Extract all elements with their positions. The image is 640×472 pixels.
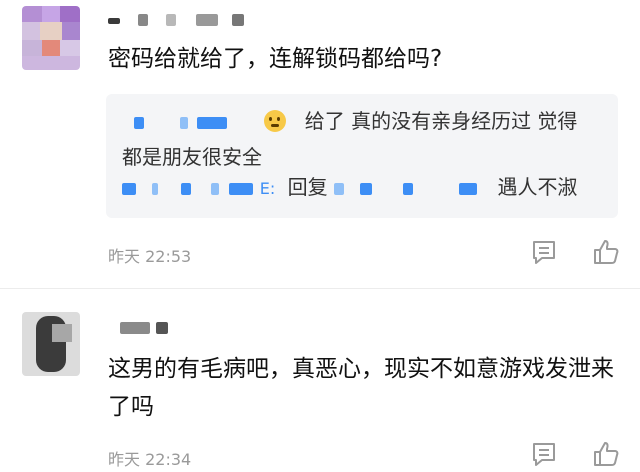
avatar[interactable] (22, 6, 80, 70)
reply-username-redacted[interactable] (122, 106, 258, 136)
comment-time: 昨天 22:34 (108, 450, 192, 469)
comment-icon[interactable] (530, 238, 558, 266)
thumbs-up-icon[interactable] (592, 238, 620, 266)
comment-2: 这男的有毛病吧，真恶心，现实不如意游戏发泄来了吗 昨天 22:34 (0, 300, 640, 472)
thumbs-up-icon[interactable] (592, 440, 620, 468)
reply-line-3: E: 回复 遇人不淑 (122, 172, 577, 204)
divider (0, 288, 640, 289)
reply-line-1: 给了 真的没有亲身经历过 觉得 (122, 106, 577, 136)
comment-content: 密码给就给了，连解锁码都给吗? (108, 46, 443, 72)
reply-text-line-2: 都是朋友很安全 (122, 145, 262, 169)
comment-content: 这男的有毛病吧，真恶心，现实不如意游戏发泄来了吗 (108, 356, 614, 420)
comment-icon[interactable] (530, 440, 558, 468)
comment-1: 密码给就给了，连解锁码都给吗? 给了 真的没有亲身经历过 觉得 都是朋友很安全 … (0, 0, 640, 286)
reply-chain-text: 遇人不淑 (497, 175, 578, 199)
reply-target-redacted[interactable] (334, 175, 483, 199)
reply-text-line-1: 给了 真的没有亲身经历过 觉得 (304, 109, 578, 133)
reply-preview[interactable]: 给了 真的没有亲身经历过 觉得 都是朋友很安全 E: 回复 遇人不淑 (106, 94, 618, 218)
reply-word: 回复 (287, 175, 328, 199)
username-redacted[interactable] (108, 14, 258, 28)
username-redacted[interactable] (120, 322, 180, 336)
reply-chain-username-redacted[interactable] (122, 175, 260, 199)
emoji-icon (264, 110, 287, 132)
avatar[interactable] (22, 312, 80, 376)
comment-time: 昨天 22:53 (108, 247, 192, 266)
reply-chain-prefix: E: (259, 179, 276, 198)
